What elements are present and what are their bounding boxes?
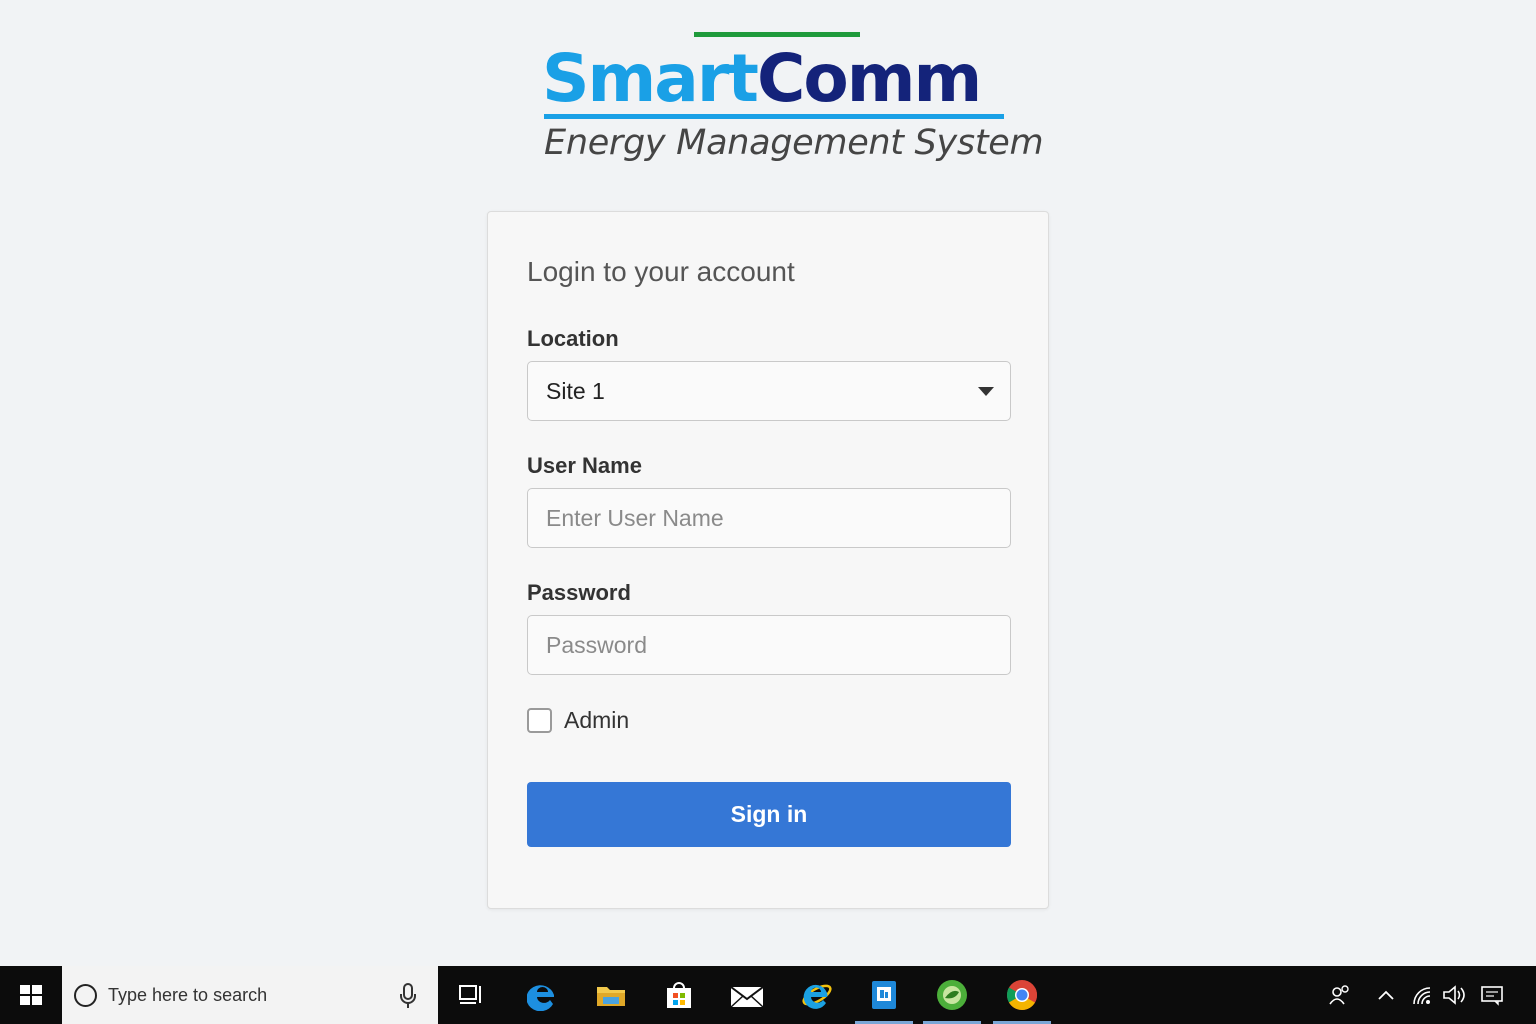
username-label: User Name (527, 453, 642, 478)
chrome-icon[interactable] (993, 966, 1051, 1024)
internet-explorer-icon[interactable] (788, 966, 846, 1024)
admin-checkbox[interactable] (527, 708, 552, 733)
login-card: Login to your account Location Site 1 Us… (487, 211, 1049, 909)
mail-icon[interactable] (718, 966, 776, 1024)
logo-subtitle: Energy Management System (544, 123, 1044, 163)
cortana-circle-icon (74, 984, 97, 1007)
location-select[interactable]: Site 1 (527, 361, 1011, 421)
password-input[interactable]: Password (527, 615, 1011, 675)
username-input[interactable]: Enter User Name (527, 488, 1011, 548)
taskbar-search-placeholder: Type here to search (108, 985, 268, 1005)
store-icon[interactable] (650, 966, 708, 1024)
edge-icon[interactable] (514, 966, 572, 1024)
task-view-icon[interactable] (442, 966, 500, 1024)
location-select-value: Site 1 (546, 378, 605, 404)
taskbar-search[interactable]: Type here to search (62, 966, 438, 1024)
green-app-icon[interactable] (923, 966, 981, 1024)
logo-word-smart: Smart (542, 40, 759, 117)
brand-logo: SmartComm Energy Management System (540, 32, 1044, 168)
windows-logo-icon (20, 985, 42, 1005)
logo-word-comm: Comm (756, 40, 982, 117)
username-placeholder: Enter User Name (546, 505, 724, 531)
logo-wordmark: SmartComm (542, 40, 982, 117)
taskbar: Type here to search (0, 966, 1536, 1024)
caret-down-icon (978, 387, 994, 396)
file-explorer-icon[interactable] (582, 966, 640, 1024)
sign-in-button[interactable]: Sign in (527, 782, 1011, 847)
volume-icon[interactable] (1438, 966, 1470, 1024)
password-placeholder: Password (546, 632, 647, 658)
logo-blue-underline (544, 114, 1004, 119)
wifi-icon[interactable] (1406, 966, 1438, 1024)
login-title: Login to your account (527, 256, 795, 287)
password-label: Password (527, 580, 631, 605)
location-label: Location (527, 326, 619, 351)
microphone-icon[interactable] (398, 982, 418, 1010)
chevron-up-icon[interactable] (1370, 966, 1402, 1024)
people-icon[interactable] (1324, 966, 1356, 1024)
app-icon[interactable] (855, 966, 913, 1024)
notification-icon[interactable] (1476, 966, 1508, 1024)
logo-green-bar (694, 32, 860, 37)
admin-checkbox-label[interactable]: Admin (564, 708, 629, 733)
start-button[interactable] (0, 966, 62, 1024)
